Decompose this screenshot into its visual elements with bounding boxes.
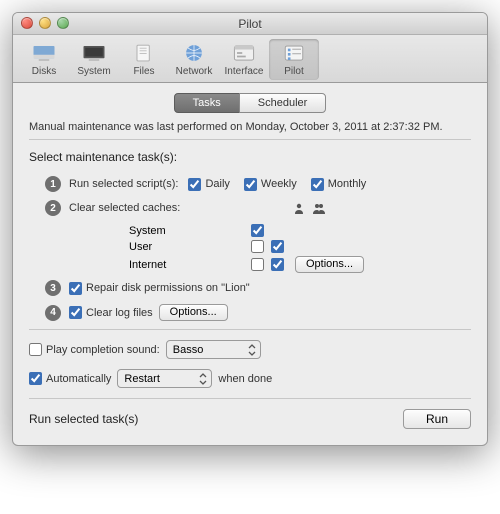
sound-row: Play completion sound: Basso [29, 340, 471, 359]
repair-permissions-checkbox[interactable] [69, 282, 82, 295]
sound-label: Play completion sound: [46, 344, 160, 356]
toolbar-item-network[interactable]: Network [169, 39, 219, 80]
play-sound-checkbox[interactable] [29, 343, 42, 356]
clear-logs-options-button[interactable]: Options... [159, 304, 228, 321]
step-2-badge: 2 [45, 200, 61, 216]
content-area: Tasks Scheduler Manual maintenance was l… [13, 83, 487, 445]
daily-checkbox[interactable]: Daily [188, 178, 229, 191]
network-icon [180, 41, 208, 65]
auto-row: Automatically Restart when done [29, 369, 471, 388]
auto-suffix: when done [218, 373, 272, 385]
step-4-badge: 4 [45, 305, 61, 321]
tab-tasks[interactable]: Tasks [174, 93, 240, 113]
zoom-icon[interactable] [57, 17, 69, 29]
clear-logs-checkbox[interactable] [69, 306, 82, 319]
cache-row-user: User [69, 240, 471, 253]
weekly-checkbox[interactable]: Weekly [244, 178, 297, 191]
toolbar-item-pilot[interactable]: Pilot [269, 39, 319, 80]
cache-user-single-checkbox[interactable] [251, 240, 264, 253]
step-3-row: 3 Repair disk permissions on "Lion" [29, 280, 471, 296]
tab-bar: Tasks Scheduler [29, 93, 471, 113]
pilot-icon [280, 41, 308, 65]
single-user-icon [289, 202, 309, 214]
divider [29, 139, 471, 140]
step-1-badge: 1 [45, 176, 61, 192]
cache-grid: System User Internet Options... [69, 224, 471, 273]
step-2-label: Clear selected caches: [69, 202, 229, 214]
divider [29, 329, 471, 330]
auto-action-select[interactable]: Restart [117, 369, 212, 388]
cache-user-all-checkbox[interactable] [271, 240, 284, 253]
monthly-checkbox[interactable]: Monthly [311, 178, 367, 191]
toolbar-item-files[interactable]: Files [119, 39, 169, 80]
interface-icon [230, 41, 258, 65]
minimize-icon[interactable] [39, 17, 51, 29]
files-icon [130, 41, 158, 65]
run-button[interactable]: Run [403, 409, 471, 429]
run-row: Run selected task(s) Run [29, 409, 471, 429]
auto-checkbox[interactable] [29, 372, 42, 385]
step-3-label: Repair disk permissions on "Lion" [86, 282, 250, 294]
disks-icon [30, 41, 58, 65]
auto-label: Automatically [46, 373, 111, 385]
cache-internet-all-checkbox[interactable] [271, 258, 284, 271]
step-1-label: Run selected script(s): [69, 178, 178, 190]
toolbar-item-system[interactable]: System [69, 39, 119, 80]
app-window: Pilot Disks System Files Network Interfa… [12, 12, 488, 446]
divider [29, 398, 471, 399]
step-4-row: 4 Clear log files Options... [29, 304, 471, 321]
toolbar-item-interface[interactable]: Interface [219, 39, 269, 80]
cache-row-internet: Internet Options... [69, 256, 471, 273]
cache-system-user-checkbox[interactable] [251, 224, 264, 237]
step-3-badge: 3 [45, 280, 61, 296]
cache-row-system: System [69, 224, 471, 237]
step-1-row: 1 Run selected script(s): Daily Weekly M… [29, 176, 471, 192]
all-users-icon [309, 202, 329, 214]
status-text: Manual maintenance was last performed on… [29, 121, 471, 133]
section-label: Select maintenance task(s): [29, 150, 471, 164]
run-label: Run selected task(s) [29, 412, 138, 426]
titlebar: Pilot [13, 13, 487, 35]
step-4-label: Clear log files [86, 307, 153, 319]
cache-internet-single-checkbox[interactable] [251, 258, 264, 271]
toolbar: Disks System Files Network Interface Pil… [13, 35, 487, 83]
window-title: Pilot [238, 17, 261, 31]
step-2-header: 2 Clear selected caches: [29, 200, 471, 216]
sound-select[interactable]: Basso [166, 340, 261, 359]
close-icon[interactable] [21, 17, 33, 29]
toolbar-item-disks[interactable]: Disks [19, 39, 69, 80]
system-icon [80, 41, 108, 65]
tab-scheduler[interactable]: Scheduler [239, 93, 327, 113]
cache-options-button[interactable]: Options... [295, 256, 364, 273]
